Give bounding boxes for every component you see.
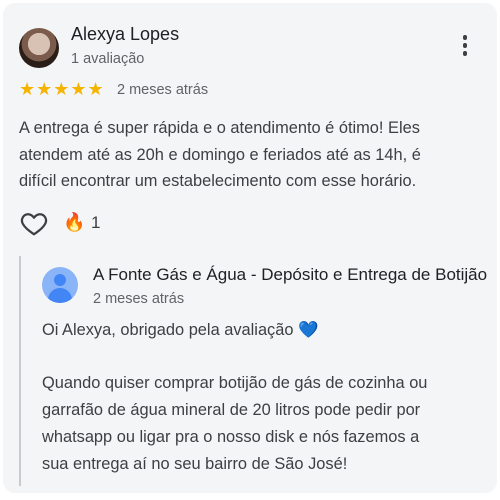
reply-body: Quando quiser comprar botijão de gás de …: [42, 374, 428, 473]
owner-person-icon: [42, 267, 78, 303]
author-name[interactable]: Alexya Lopes: [71, 24, 179, 45]
reply-date: 2 meses atrás: [93, 291, 185, 307]
reply-divider: [19, 256, 21, 486]
author-review-count: 1 avaliação: [71, 51, 145, 67]
reply-first-line: Oi Alexya, obrigado pela avaliação: [42, 321, 294, 339]
blue-heart-icon: 💙: [298, 321, 319, 339]
review-card: Alexya Lopes 1 avaliação ★★★★★ 2 meses a…: [3, 3, 497, 493]
owner-name: A Fonte Gás e Água - Depósito e Entrega …: [93, 265, 488, 284]
author-avatar[interactable]: [19, 28, 59, 68]
reaction-count: 1: [91, 213, 101, 232]
review-text: A entrega é super rápida e o atendimento…: [19, 119, 421, 190]
reply-text: Oi Alexya, obrigado pela avaliação 💙 Qua…: [42, 317, 492, 477]
review-date: 2 meses atrás: [117, 82, 209, 98]
heart-outline-icon[interactable]: [19, 208, 49, 238]
fire-reaction-icon[interactable]: 🔥: [63, 212, 85, 232]
star-rating: ★★★★★: [19, 79, 105, 99]
more-options-icon[interactable]: [455, 33, 475, 63]
